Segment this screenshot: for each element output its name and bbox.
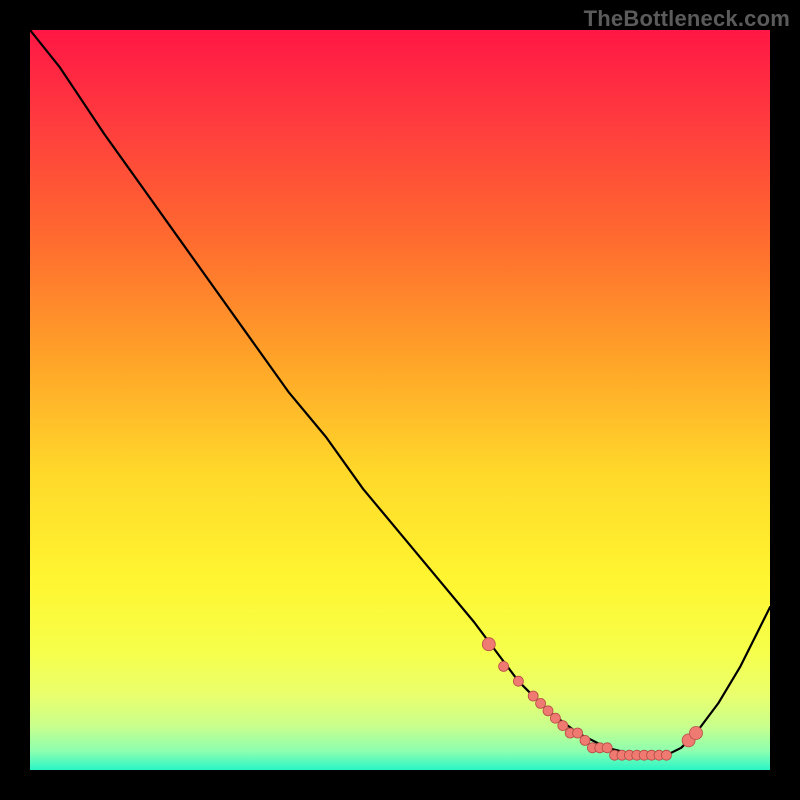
plot-area [30, 30, 770, 770]
curve-marker [543, 706, 553, 716]
chart-svg [30, 30, 770, 770]
curve-marker [513, 676, 523, 686]
curve-marker [661, 750, 671, 760]
chart-frame: TheBottleneck.com [0, 0, 800, 800]
curve-marker [690, 727, 703, 740]
gradient-background [30, 30, 770, 770]
curve-marker [536, 698, 546, 708]
curve-marker [550, 713, 560, 723]
curve-marker [528, 691, 538, 701]
curve-marker [580, 735, 590, 745]
curve-marker [558, 721, 568, 731]
curve-marker [499, 661, 509, 671]
watermark-label: TheBottleneck.com [584, 6, 790, 32]
curve-marker [602, 743, 612, 753]
curve-marker [482, 638, 495, 651]
curve-marker [573, 728, 583, 738]
